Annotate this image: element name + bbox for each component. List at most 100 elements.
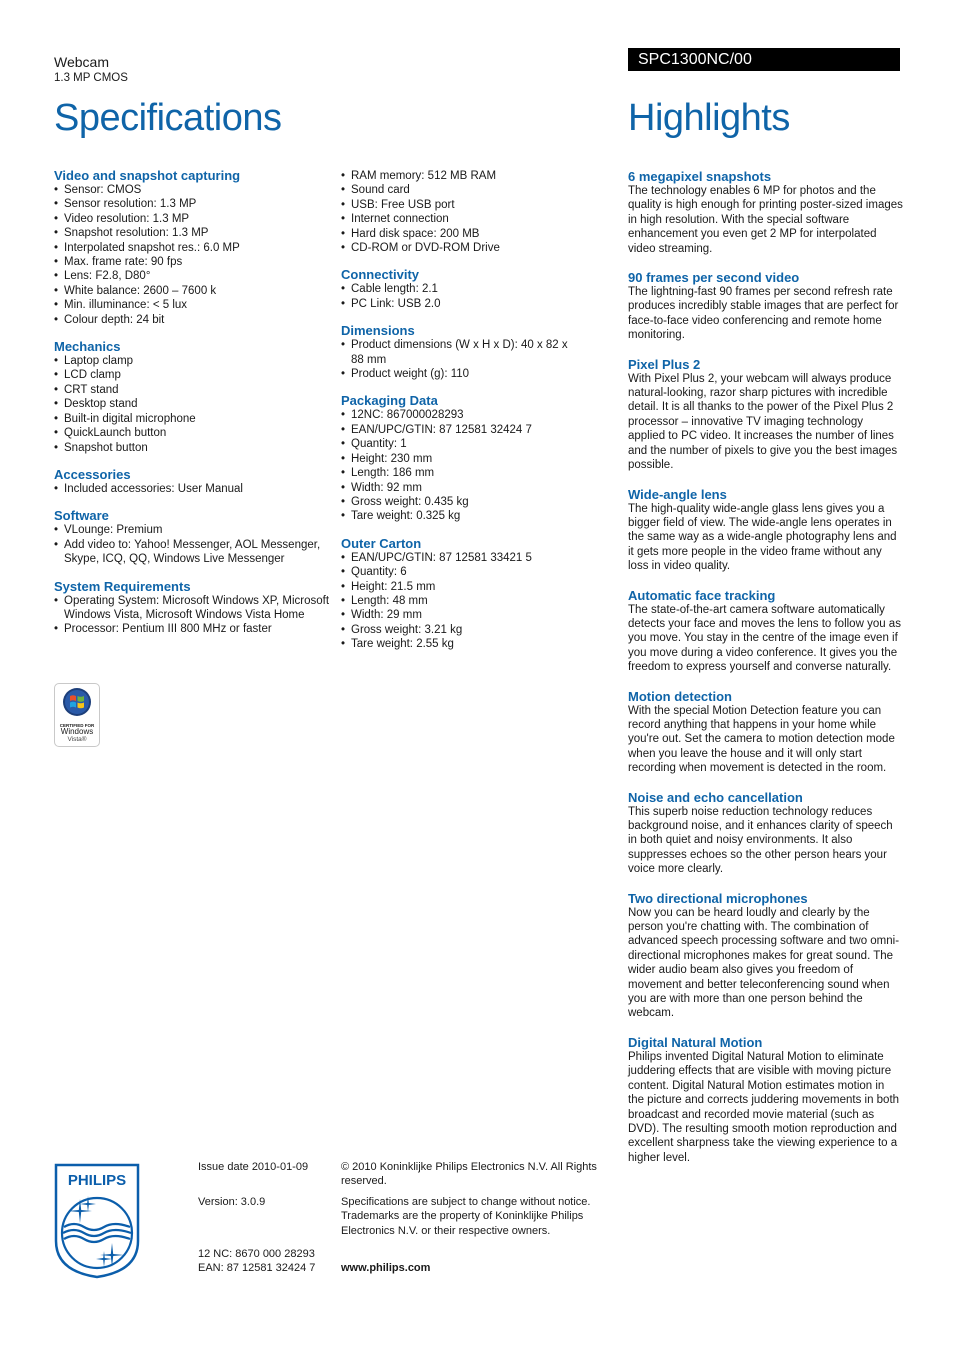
spec-item: Add video to: Yahoo! Messenger, AOL Mess… [54,538,334,567]
highlight-description: This superb noise reduction technology r… [628,805,893,876]
spec-item: VLounge: Premium [54,523,334,538]
philips-shield-logo: PHILIPS [54,1163,140,1279]
specifications-heading: Specifications [54,97,282,139]
spec-item: Sound card [341,183,581,198]
highlight-pixel-plus-2: Pixel Plus 2 With Pixel Plus 2, your webc… [628,357,903,473]
spec-item: Lens: F2.8, D80° [54,269,334,284]
spec-item: QuickLaunch button [54,426,334,441]
issue-date: Issue date 2010-01-09 [198,1161,309,1173]
spec-item: Sensor resolution: 1.3 MP [54,197,334,212]
highlight-motion-detection: Motion detection With the special Motion … [628,688,903,776]
spec-list: Cable length: 2.1PC Link: USB 2.0 [341,282,581,311]
spec-item: EAN/UPC/GTIN: 87 12581 32424 7 [341,423,581,438]
spec-item: Internet connection [341,212,581,227]
spec-section-connectivity: ConnectivityCable length: 2.1PC Link: US… [341,267,581,311]
spec-item: Snapshot resolution: 1.3 MP [54,226,334,241]
highlight-digital-natural-motion: Digital Natural Motion Philips invented D… [628,1034,903,1165]
spec-list: Laptop clampLCD clampCRT standDesktop st… [54,354,334,455]
spec-section-title: Connectivity [341,267,420,283]
spec-item: Desktop stand [54,397,334,412]
highlight-description: The state-of-the-art camera software aut… [628,603,901,674]
spec-item: Snapshot button [54,441,334,456]
spec-list: Sensor: CMOSSensor resolution: 1.3 MPVid… [54,183,334,327]
spec-item: Product weight (g): 110 [341,367,581,382]
windows-flag-icon [63,688,91,716]
spec-item: Hard disk space: 200 MB [341,227,581,242]
spec-item: Tare weight: 2.55 kg [341,637,581,652]
spec-item: Gross weight: 0.435 kg [341,495,581,510]
highlight-description: Philips invented Digital Natural Motion … [628,1050,900,1164]
spec-item: EAN/UPC/GTIN: 87 12581 33421 5 [341,551,581,566]
product-subtitle: 1.3 MP CMOS [54,72,128,84]
spec-item: Width: 92 mm [341,481,581,496]
spec-item: Height: 230 mm [341,452,581,467]
spec-item: Built-in digital microphone [54,412,334,427]
highlights-heading: Highlights [628,97,790,139]
disclaimer: Specifications are subject to change wit… [341,1196,591,1237]
spec-section-title: Software [54,508,109,524]
spec-section-title: Outer Carton [341,535,422,551]
highlight-two-directional-microphones: Two directional microphones Now you can b… [628,890,903,1021]
spec-item: Product dimensions (W x H x D): 40 x 82 … [341,338,581,367]
philips-logo-text: PHILIPS [68,1172,126,1189]
spec-item: Min. illuminance: < 5 lux [54,298,334,313]
spec-list: Included accessories: User Manual [54,482,334,497]
spec-item: Laptop clamp [54,354,334,369]
spec-item: PC Link: USB 2.0 [341,297,581,312]
model-number-bar: SPC1300NC/00 [628,48,900,71]
highlight-description: The lightning-fast 90 frames per second … [628,286,899,342]
highlight-title: 6 megapixel snapshots [628,169,772,184]
philips-website-link[interactable]: www.philips.com [341,1261,430,1275]
highlight-description: With Pixel Plus 2, your webcam will alwa… [628,372,898,472]
spec-item: Gross weight: 3.21 kg [341,623,581,638]
badge-windows-text: Windows [60,727,94,736]
spec-section-packaging-data: Packaging Data12NC: 867000028293EAN/UPC/… [341,393,581,524]
spec-section-mechanics: MechanicsLaptop clampLCD clampCRT standD… [54,339,334,455]
highlight-automatic-face-tracking: Automatic face tracking The state-of-the-… [628,587,903,675]
badge-vista-text: Vista® [67,736,87,743]
spec-section-video-and-snapshot-capturing: Video and snapshot capturingSensor: CMOS… [54,168,334,327]
spec-item: Width: 29 mm [341,608,581,623]
spec-item: Height: 21.5 mm [341,580,581,595]
spec-section-title: Mechanics [54,339,121,355]
ean-number: EAN: 87 12581 32424 7 [198,1262,316,1274]
highlight-90-frames-per-second-video: 90 frames per second video The lightning-… [628,271,903,343]
product-name: Webcam [54,54,109,70]
spec-item: Interpolated snapshot res.: 6.0 MP [54,241,334,256]
highlight-6-megapixel-snapshots: 6 megapixel snapshots The technology enab… [628,170,903,256]
spec-section-title: Accessories [54,466,131,482]
spec-list: 12NC: 867000028293EAN/UPC/GTIN: 87 12581… [341,408,581,524]
spec-section-continued: RAM memory: 512 MB RAMSound cardUSB: Fre… [341,169,581,256]
highlight-title: Digital Natural Motion [628,1034,763,1050]
spec-section-title: Video and snapshot capturing [54,168,241,183]
spec-item: Tare weight: 0.325 kg [341,509,581,524]
specifications-column-left: Video and snapshot capturingSensor: CMOS… [54,168,334,649]
spec-item: Operating System: Microsoft Windows XP, … [54,594,334,623]
spec-item: RAM memory: 512 MB RAM [341,169,581,184]
nc-number: 12 NC: 8670 000 28293 [198,1248,315,1260]
spec-item: USB: Free USB port [341,198,581,213]
spec-item: Included accessories: User Manual [54,482,334,497]
highlight-title: Motion detection [628,688,732,704]
highlight-title: Automatic face tracking [628,587,776,603]
highlight-noise-and-echo-cancellation: Noise and echo cancellation This superb n… [628,789,903,877]
highlight-title: Two directional microphones [628,890,808,906]
spec-section-title: Packaging Data [341,393,438,409]
spec-list: EAN/UPC/GTIN: 87 12581 33421 5Quantity: … [341,551,581,652]
highlight-title: Noise and echo cancellation [628,789,803,805]
spec-item: CRT stand [54,383,334,398]
spec-item: Length: 48 mm [341,594,581,609]
spec-section-title: Dimensions [341,323,415,339]
highlight-description: The technology enables 6 MP for photos a… [628,185,903,255]
specifications-column-middle: RAM memory: 512 MB RAMSound cardUSB: Fre… [341,169,581,664]
spec-item: White balance: 2600 – 7600 k [54,284,334,299]
spec-item: Video resolution: 1.3 MP [54,212,334,227]
spec-section-dimensions: DimensionsProduct dimensions (W x H x D)… [341,323,581,382]
spec-list: VLounge: PremiumAdd video to: Yahoo! Mes… [54,523,334,566]
highlight-description: With the special Motion Detection featur… [628,704,895,775]
spec-item: LCD clamp [54,368,334,383]
windows-vista-certified-badge: CERTIFIED FOR Windows Vista® [54,683,100,747]
spec-list: Product dimensions (W x H x D): 40 x 82 … [341,338,581,382]
spec-item: Processor: Pentium III 800 MHz or faster [54,622,334,637]
spec-item: Quantity: 6 [341,565,581,580]
